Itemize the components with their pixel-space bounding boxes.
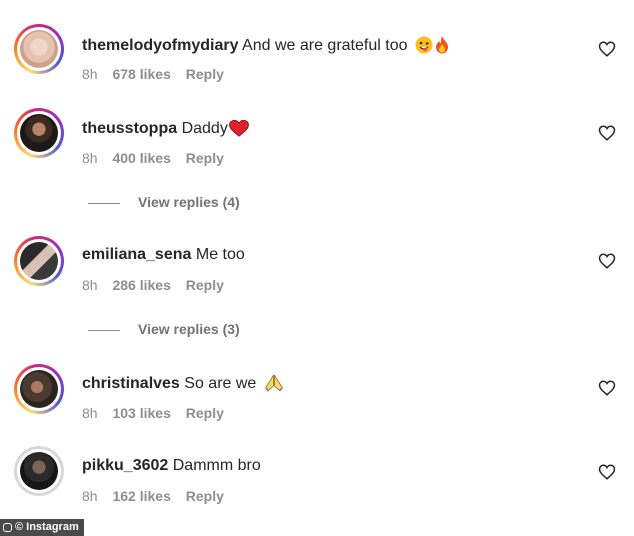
comment-text: Me too — [195, 246, 245, 263]
avatar[interactable] — [14, 108, 64, 158]
image-credit: © Instagram — [0, 519, 84, 536]
view-replies-button[interactable]: View replies (3) — [88, 321, 240, 337]
avatar[interactable] — [14, 24, 64, 74]
fire-icon — [434, 35, 450, 59]
folded-hands-icon — [264, 374, 284, 397]
comment-username[interactable]: emiliana_sena — [82, 246, 191, 263]
comment-likes[interactable]: 400 likes — [112, 150, 170, 166]
grinning-tongue-icon — [415, 36, 433, 59]
comment-time: 8h — [82, 277, 98, 293]
comment-time: 8h — [82, 150, 98, 166]
red-heart-icon — [228, 119, 250, 142]
avatar[interactable] — [14, 364, 64, 414]
reply-button[interactable]: Reply — [186, 405, 224, 421]
comment-time: 8h — [82, 488, 98, 504]
comment-likes[interactable]: 678 likes — [112, 66, 170, 82]
comment-text: Daddy — [181, 120, 228, 137]
reply-button[interactable]: Reply — [186, 150, 224, 166]
reply-button[interactable]: Reply — [186, 488, 224, 504]
divider — [88, 329, 120, 331]
divider — [88, 202, 120, 204]
comment-likes[interactable]: 162 likes — [112, 488, 170, 504]
instagram-icon — [3, 523, 12, 532]
like-heart-icon[interactable] — [598, 252, 616, 270]
comment-username[interactable]: pikku_3602 — [82, 457, 168, 474]
reply-button[interactable]: Reply — [186, 66, 224, 82]
like-heart-icon[interactable] — [598, 463, 616, 481]
view-replies-button[interactable]: View replies (4) — [88, 194, 240, 210]
comment-username[interactable]: christinalves — [82, 375, 180, 392]
credit-label: © Instagram — [15, 521, 79, 533]
reply-button[interactable]: Reply — [186, 277, 224, 293]
view-replies-label: View replies (4) — [138, 194, 240, 210]
avatar[interactable] — [14, 446, 64, 496]
comment-text: So are we — [184, 375, 257, 392]
comment-text: Dammm bro — [172, 457, 261, 474]
like-heart-icon[interactable] — [598, 379, 616, 397]
comment-username[interactable]: themelodyofmydiary — [82, 37, 238, 54]
comment-username[interactable]: theusstoppa — [82, 120, 177, 137]
like-heart-icon[interactable] — [598, 40, 616, 58]
view-replies-label: View replies (3) — [138, 321, 240, 337]
comment-likes[interactable]: 103 likes — [112, 405, 170, 421]
comment-time: 8h — [82, 66, 98, 82]
like-heart-icon[interactable] — [598, 124, 616, 142]
comment-text: And we are grateful too — [242, 37, 408, 54]
avatar[interactable] — [14, 236, 64, 286]
comment-time: 8h — [82, 405, 98, 421]
comment-likes[interactable]: 286 likes — [112, 277, 170, 293]
